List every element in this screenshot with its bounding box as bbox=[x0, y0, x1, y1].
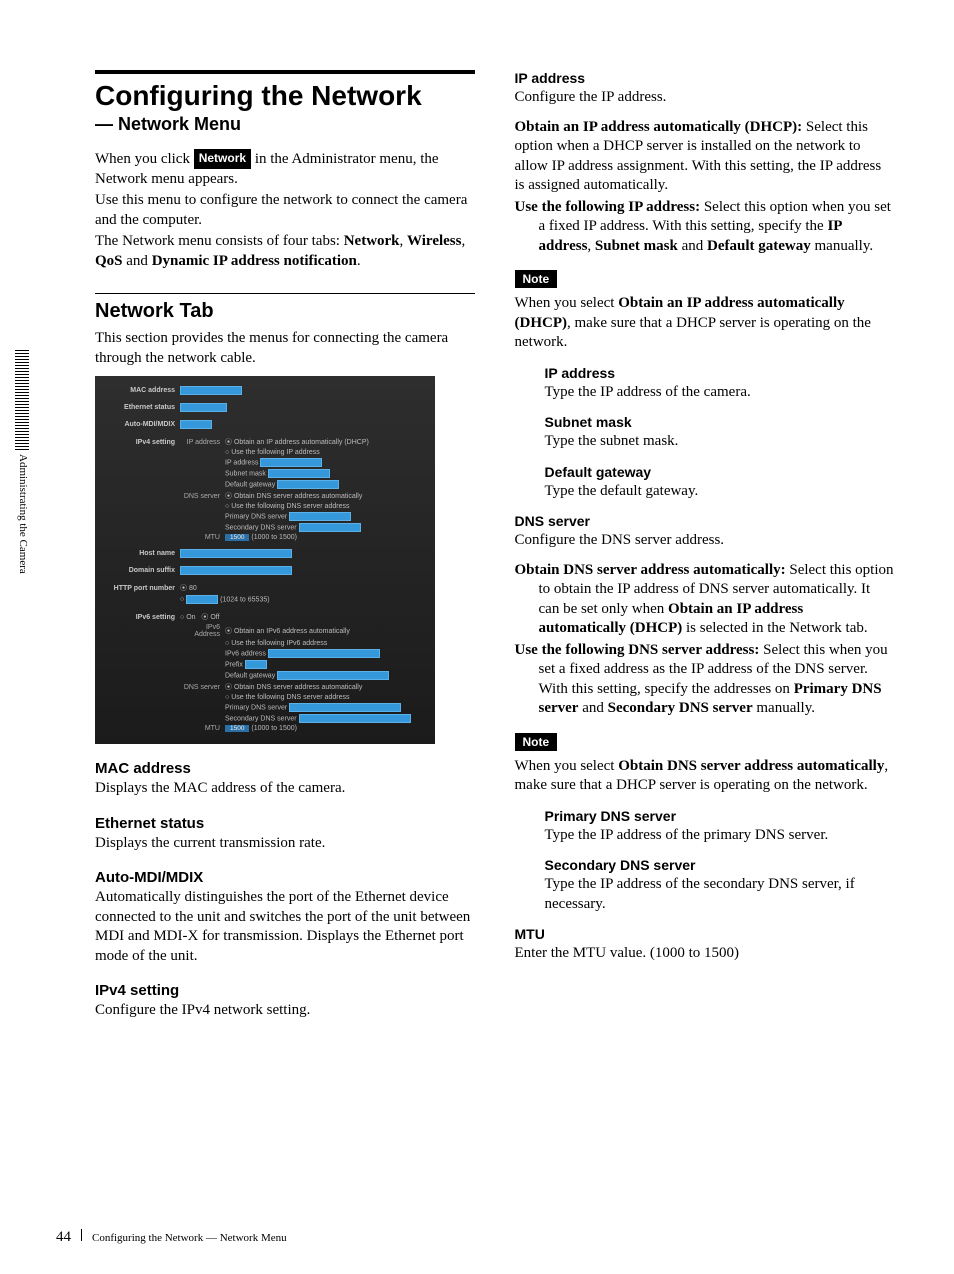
mtu-heading: MTU bbox=[515, 926, 895, 942]
note-text: When you select Obtain an IP address aut… bbox=[515, 294, 895, 353]
ip-sub-desc: Type the IP address of the camera. bbox=[545, 383, 895, 403]
gateway-heading: Default gateway bbox=[545, 464, 895, 480]
ip-address-desc: Configure the IP address. bbox=[515, 88, 895, 108]
dhcp-option: Obtain an IP address automatically (DHCP… bbox=[515, 118, 895, 196]
ip-address-heading: IP address bbox=[515, 70, 895, 86]
footer-text: Configuring the Network — Network Menu bbox=[92, 1232, 287, 1244]
page-subtitle: — Network Menu bbox=[95, 114, 475, 135]
network-tab-desc: This section provides the menus for conn… bbox=[95, 329, 475, 368]
page-footer: 44 Configuring the Network — Network Men… bbox=[56, 1229, 287, 1246]
intro-line: The Network menu consists of four tabs: … bbox=[95, 232, 475, 271]
ipv4-heading: IPv4 setting bbox=[95, 982, 475, 999]
secondary-dns-heading: Secondary DNS server bbox=[545, 857, 895, 873]
dns-use-option: Use the following DNS server address: Se… bbox=[515, 641, 895, 719]
ip-sub-heading: IP address bbox=[545, 365, 895, 381]
network-settings-screenshot: MAC address Ethernet status Auto-MDI/MDI… bbox=[95, 376, 435, 744]
mtu-desc: Enter the MTU value. (1000 to 1500) bbox=[515, 944, 895, 964]
ipv4-desc: Configure the IPv4 network setting. bbox=[95, 1001, 475, 1021]
intro-line: When you click Network in the Administra… bbox=[95, 149, 475, 189]
ethernet-status-desc: Displays the current transmission rate. bbox=[95, 834, 475, 854]
ethernet-status-heading: Ethernet status bbox=[95, 815, 475, 832]
network-inline-button: Network bbox=[194, 149, 251, 169]
note-text: When you select Obtain DNS server addres… bbox=[515, 757, 895, 796]
auto-mdi-heading: Auto-MDI/MDIX bbox=[95, 869, 475, 886]
subnet-heading: Subnet mask bbox=[545, 414, 895, 430]
page-number: 44 bbox=[56, 1229, 71, 1246]
subnet-desc: Type the subnet mask. bbox=[545, 432, 895, 452]
dns-auto-option: Obtain DNS server address automatically:… bbox=[515, 561, 895, 639]
secondary-dns-desc: Type the IP address of the secondary DNS… bbox=[545, 875, 895, 914]
page-title: Configuring the Network bbox=[95, 80, 475, 112]
note-label: Note bbox=[515, 733, 558, 751]
mac-address-desc: Displays the MAC address of the camera. bbox=[95, 779, 475, 799]
left-column: Configuring the Network — Network Menu W… bbox=[95, 70, 475, 1234]
note-label: Note bbox=[515, 270, 558, 288]
intro-line: Use this menu to configure the network t… bbox=[95, 191, 475, 230]
mac-address-heading: MAC address bbox=[95, 760, 475, 777]
dns-server-desc: Configure the DNS server address. bbox=[515, 531, 895, 551]
dns-server-heading: DNS server bbox=[515, 513, 895, 529]
right-column: IP address Configure the IP address. Obt… bbox=[515, 70, 895, 1234]
primary-dns-heading: Primary DNS server bbox=[545, 808, 895, 824]
auto-mdi-desc: Automatically distinguishes the port of … bbox=[95, 888, 475, 966]
network-tab-heading: Network Tab bbox=[95, 300, 475, 323]
primary-dns-desc: Type the IP address of the primary DNS s… bbox=[545, 826, 895, 846]
gateway-desc: Type the default gateway. bbox=[545, 482, 895, 502]
use-following-ip-option: Use the following IP address: Select thi… bbox=[515, 198, 895, 257]
